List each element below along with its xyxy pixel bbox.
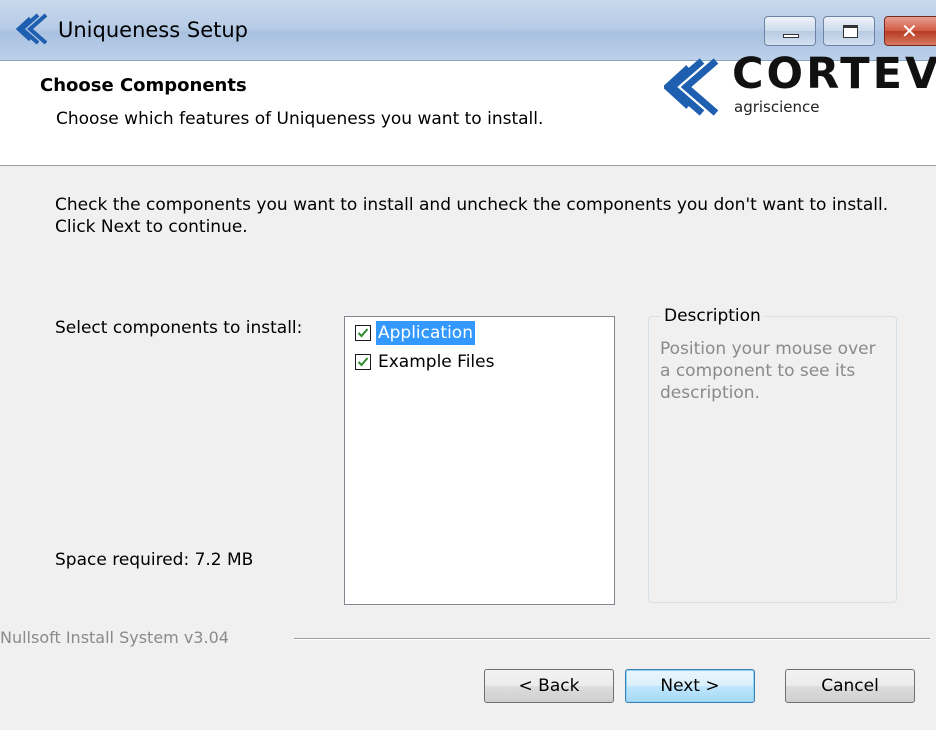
corteva-emblem-icon (664, 58, 719, 116)
branding-divider (294, 638, 930, 640)
app-logo-icon (16, 13, 48, 45)
next-button[interactable]: Next > (625, 669, 755, 703)
minimize-button[interactable] (764, 16, 816, 46)
description-text: Position your mouse over a component to … (660, 339, 876, 403)
setup-window: Uniqueness Setup ✕ Choose Components Cho… (0, 0, 936, 730)
page-title: Choose Components (40, 75, 247, 96)
content-area: Check the components you want to install… (0, 166, 936, 730)
components-tree[interactable]: Application Example Files (344, 316, 615, 605)
maximize-button[interactable] (823, 16, 875, 46)
window-title: Uniqueness Setup (58, 18, 248, 42)
page-subtitle: Choose which features of Uniqueness you … (56, 109, 544, 129)
component-label[interactable]: Application (376, 321, 475, 345)
example-files-checkbox[interactable] (355, 354, 371, 370)
space-required-label: Space required: 7.2 MB (55, 550, 254, 570)
header-panel: Choose Components Choose which features … (0, 49, 936, 166)
cancel-button[interactable]: Cancel (785, 669, 915, 703)
check-icon (357, 357, 369, 367)
minimize-icon (783, 34, 799, 38)
instructions-text: Check the components you want to install… (55, 195, 889, 237)
maximize-icon (843, 25, 858, 38)
close-icon: ✕ (901, 19, 918, 43)
corteva-logo: CORTEVA agriscience (664, 49, 936, 125)
back-button[interactable]: < Back (484, 669, 614, 703)
logo-wordmark: CORTEVA (732, 49, 936, 99)
check-icon (357, 328, 369, 338)
close-button[interactable]: ✕ (884, 16, 936, 46)
component-label[interactable]: Example Files (376, 350, 496, 374)
description-legend: Description (660, 306, 765, 326)
branding-text: Nullsoft Install System v3.04 (0, 628, 235, 647)
logo-tagline: agriscience (734, 98, 820, 116)
select-components-label: Select components to install: (55, 318, 303, 338)
application-checkbox[interactable] (355, 325, 371, 341)
